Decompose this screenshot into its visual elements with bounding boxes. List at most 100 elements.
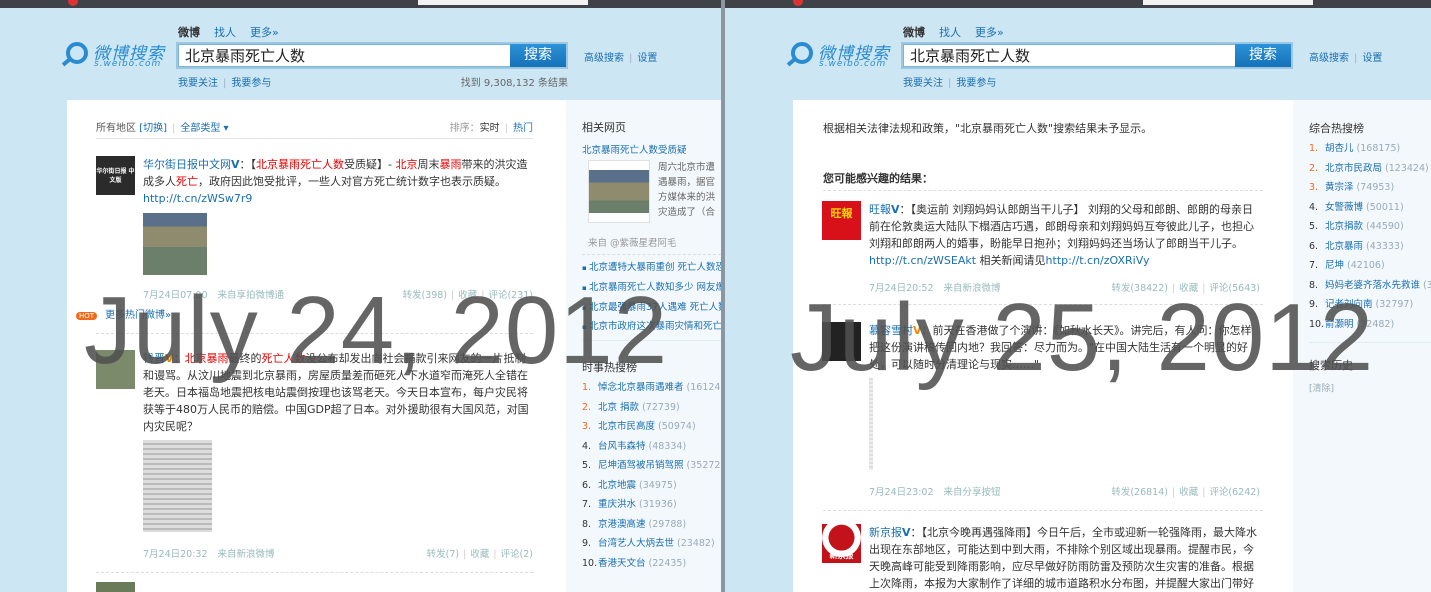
hot-search-item[interactable]: 9. 记者刘向南 (32797) (1309, 296, 1431, 316)
chevron-down-icon[interactable]: ▾ (220, 123, 229, 134)
favorite-button[interactable]: 收藏 (1179, 487, 1198, 498)
follow-link[interactable]: 我要关注 (178, 78, 218, 89)
settings-link[interactable]: 设置 (637, 53, 657, 64)
post-source[interactable]: 来自新浪微博 (218, 549, 275, 560)
repost-button[interactable]: 转发(398) (402, 290, 447, 301)
post-source[interactable]: 来自享拍微博通 (218, 290, 285, 301)
avatar[interactable]: 华尔街日报 中文版 (96, 156, 135, 195)
post-image[interactable] (869, 378, 873, 470)
top-search-input[interactable] (418, 0, 588, 5)
hot-keyword[interactable]: 台湾艺人大炳去世 (598, 538, 674, 549)
hot-keyword[interactable]: 北京捐款 (1325, 221, 1363, 232)
weibo-search-logo[interactable]: 微博搜索 s.weibo.com (66, 40, 176, 72)
avatar[interactable] (822, 322, 861, 361)
hot-keyword[interactable]: 黄宗泽 (1325, 182, 1354, 193)
search-input[interactable]: 北京暴雨死亡人数 (178, 44, 511, 67)
post-source[interactable]: 来自分享按钮 (944, 487, 1001, 498)
short-link[interactable]: http://t.cn/zOXRiVy (1046, 254, 1150, 267)
author-name[interactable]: 新京报 (869, 526, 902, 539)
related-top-link[interactable]: 北京暴雨死亡人数受质疑 (582, 142, 721, 156)
post-time[interactable]: 7月24日20:52 (869, 283, 934, 294)
tab-2[interactable]: 更多» (250, 24, 279, 40)
author-name[interactable]: 华尔街日报中文网 (143, 158, 231, 171)
post-time[interactable]: 7月24日07:00 (143, 290, 208, 301)
advanced-search-link[interactable]: 高级搜索 (584, 53, 624, 64)
sort-realtime[interactable]: 实时 (480, 123, 500, 134)
avatar[interactable] (96, 350, 135, 389)
tab-1[interactable]: 找人 (939, 24, 961, 40)
avatar[interactable] (96, 582, 135, 592)
repost-button[interactable]: 转发(7) (427, 549, 459, 560)
repost-button[interactable]: 转发(26814) (1111, 487, 1168, 498)
related-image[interactable] (588, 160, 650, 223)
related-link[interactable]: 北京遭特大暴雨重创 死亡人数恐将 (582, 259, 721, 279)
join-link[interactable]: 我要参与 (956, 78, 996, 89)
tab-0[interactable]: 微博 (903, 24, 925, 40)
hot-keyword[interactable]: 北京市民政局 (1325, 163, 1382, 174)
clear-history-link[interactable]: [清除] (1309, 381, 1334, 394)
hot-search-item[interactable]: 4. 台风韦森特 (48334) (582, 438, 721, 458)
search-input[interactable]: 北京暴雨死亡人数 (903, 44, 1236, 67)
tab-0[interactable]: 微博 (178, 24, 200, 40)
type-dropdown[interactable]: 全部类型 (180, 123, 220, 134)
weibo-search-logo[interactable]: 微博搜索 s.weibo.com (791, 40, 901, 72)
hot-search-item[interactable]: 5. 尼坤酒驾被吊销驾照 (35272) (582, 457, 721, 477)
region-switch[interactable]: [切换] (139, 123, 167, 134)
hot-keyword[interactable]: 尼坤酒驾被吊销驾照 (598, 460, 684, 471)
hot-keyword[interactable]: 俞灏明 (1325, 319, 1354, 330)
comment-button[interactable]: 评论(231) (488, 290, 533, 301)
hot-keyword[interactable]: 北京市民高度 (598, 421, 655, 432)
hot-keyword[interactable]: 北京暴雨 (1325, 241, 1363, 252)
hot-search-item[interactable]: 10.香港天文台 (22435) (582, 555, 721, 575)
settings-link[interactable]: 设置 (1362, 53, 1382, 64)
post-image[interactable] (143, 440, 212, 532)
post-time[interactable]: 7月24日23:02 (869, 487, 934, 498)
hot-search-item[interactable]: 4. 女警薇博 (50011) (1309, 199, 1431, 219)
hot-keyword[interactable]: 北京 捐款 (598, 402, 639, 413)
post-time[interactable]: 7月24日20:32 (143, 549, 208, 560)
hot-search-item[interactable]: 3. 北京市民高度 (50974) (582, 418, 721, 438)
hot-search-item[interactable]: 6. 北京暴雨 (43333) (1309, 238, 1431, 258)
hot-keyword[interactable]: 胡杏儿 (1325, 143, 1354, 154)
comment-button[interactable]: 评论(5643) (1209, 283, 1260, 294)
hot-search-item[interactable]: 9. 台湾艺人大炳去世 (23482) (582, 535, 721, 555)
hot-keyword[interactable]: 妈妈老婆齐落水先救谁 (1325, 280, 1420, 291)
hot-keyword[interactable]: 京港澳高速 (598, 519, 646, 530)
hot-search-item[interactable]: 7. 重庆洪水 (31936) (582, 496, 721, 516)
advanced-search-link[interactable]: 高级搜索 (1309, 53, 1349, 64)
favorite-button[interactable]: 收藏 (458, 290, 477, 301)
hot-search-item[interactable]: 10.俞灏明 (32482) (1309, 316, 1431, 336)
hot-keyword[interactable]: 香港天文台 (598, 558, 646, 569)
hot-search-item[interactable]: 8. 妈妈老婆齐落水先救谁 (3 (1309, 277, 1431, 297)
short-link[interactable]: http://t.cn/zWSEAkt (869, 254, 976, 267)
hot-search-item[interactable]: 5. 北京捐款 (44590) (1309, 218, 1431, 238)
hot-keyword[interactable]: 重庆洪水 (598, 499, 636, 510)
hot-search-item[interactable]: 2. 北京 捐款 (72739) (582, 399, 721, 419)
hot-keyword[interactable]: 台风韦森特 (598, 441, 646, 452)
favorite-button[interactable]: 收藏 (1179, 283, 1198, 294)
author-name[interactable]: 慕容雪村 (869, 324, 913, 337)
hot-search-item[interactable]: 2. 北京市民政局 (123424) (1309, 160, 1431, 180)
follow-link[interactable]: 我要关注 (903, 78, 943, 89)
author-name[interactable]: 钱晋 (143, 352, 165, 365)
sina-logo-icon[interactable] (793, 0, 803, 6)
hot-keyword[interactable]: 北京地震 (598, 480, 636, 491)
hot-keyword[interactable]: 女警薇博 (1325, 202, 1363, 213)
more-hot-link[interactable]: HOT 更多热门微博» (76, 306, 171, 321)
hot-search-item[interactable]: 1. 悼念北京暴雨遇难者 (161245) (582, 379, 721, 399)
tab-1[interactable]: 找人 (214, 24, 236, 40)
hot-search-item[interactable]: 8. 京港澳高速 (29788) (582, 516, 721, 536)
sina-logo-icon[interactable] (68, 0, 78, 6)
hot-search-item[interactable]: 7. 尼坤 (42106) (1309, 257, 1431, 277)
repost-button[interactable]: 转发(38422) (1111, 283, 1168, 294)
sort-hot[interactable]: 热门 (513, 123, 533, 134)
hot-keyword[interactable]: 尼坤 (1325, 260, 1344, 271)
hot-search-item[interactable]: 6. 北京地震 (34975) (582, 477, 721, 497)
author-name[interactable]: 旺報 (869, 203, 891, 216)
related-link[interactable]: 北京市政府这次暴雨灾情和死亡人 (582, 318, 721, 338)
related-link[interactable]: 北京最强暴雨37人遇难 死亡人数 (582, 299, 721, 319)
hot-search-item[interactable]: 3. 黄宗泽 (74953) (1309, 179, 1431, 199)
top-search-input[interactable] (1143, 0, 1313, 5)
related-link[interactable]: 北京暴雨死亡人数知多少 网友爆料 (582, 279, 721, 299)
join-link[interactable]: 我要参与 (231, 78, 271, 89)
